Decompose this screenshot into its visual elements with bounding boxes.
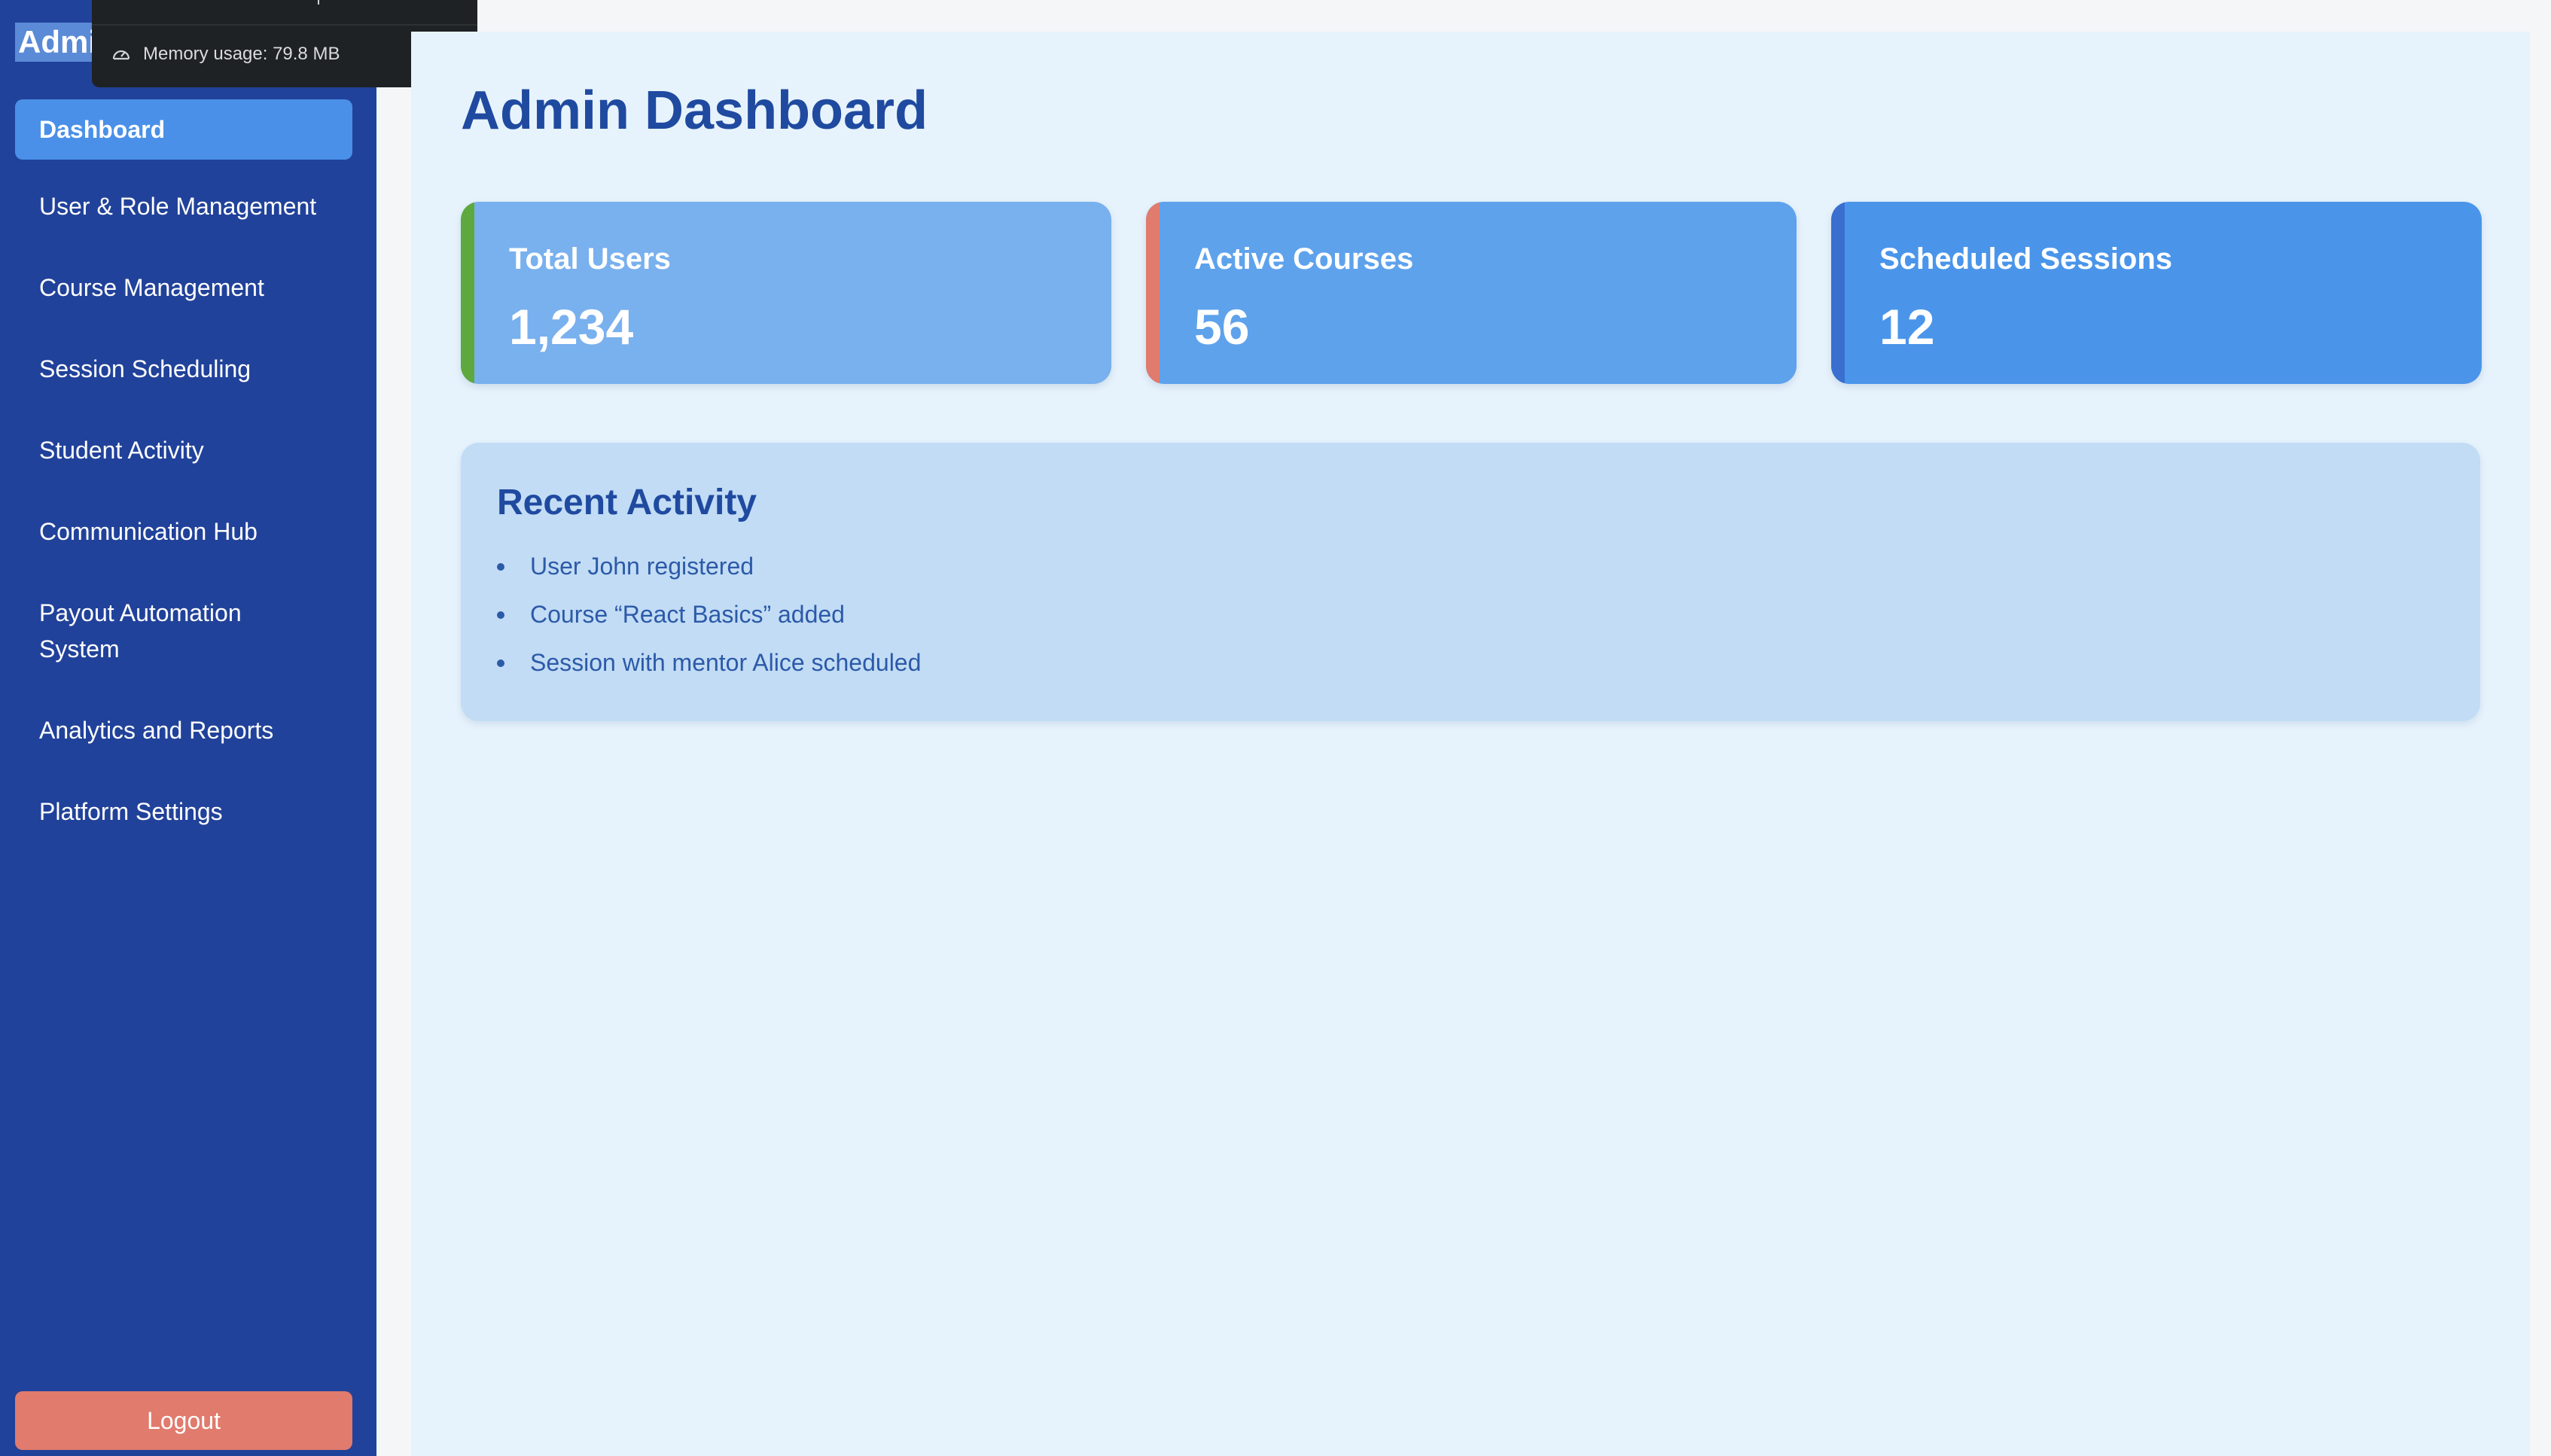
bullet-icon [497,659,504,667]
stat-card-label: Scheduled Sessions [1879,242,2173,276]
card-accent [461,202,474,384]
activity-text: Session with mentor Alice scheduled [530,649,922,676]
stat-card-label: Active Courses [1194,242,1414,276]
sidebar-item-dashboard[interactable]: Dashboard [15,99,352,160]
gauge-icon [112,50,130,60]
list-item: User John registered [497,542,921,590]
list-item: Course “React Basics” added [497,590,921,638]
stat-card-scheduled-sessions: Scheduled Sessions 12 [1831,202,2482,384]
bullet-icon [497,611,504,619]
recent-activity-panel: Recent Activity User John registered Cou… [461,443,2480,721]
sidebar-item-user-role-management[interactable]: User & Role Management [15,172,352,241]
sidebar-nav: Dashboard User & Role Management Course … [15,99,352,858]
activity-text: Course “React Basics” added [530,601,845,628]
stat-card-active-courses: Active Courses 56 [1146,202,1797,384]
tooltip-top-strip [92,0,477,26]
list-item: Session with mentor Alice scheduled [497,638,921,687]
logout-button[interactable]: Logout [15,1391,352,1450]
sidebar-item-student-activity[interactable]: Student Activity [15,416,352,485]
main-content: Admin Dashboard Total Users 1,234 Active… [411,32,2530,1456]
sidebar-item-platform-settings[interactable]: Platform Settings [15,777,352,846]
memory-usage-row: Memory usage: 79.8 MB [111,44,340,65]
stat-card-label: Total Users [509,242,671,276]
sidebar-item-course-management[interactable]: Course Management [15,253,352,322]
stat-card-value: 12 [1879,299,1935,355]
bullet-icon [497,563,504,571]
card-accent [1146,202,1160,384]
page-title: Admin Dashboard [461,81,928,141]
activity-text: User John registered [530,553,754,580]
card-accent [1831,202,1845,384]
sidebar-item-payout-automation[interactable]: Payout Automation System [15,578,352,684]
recent-activity-list: User John registered Course “React Basic… [497,542,921,687]
stat-card-value: 1,234 [509,299,634,355]
sidebar-item-analytics-reports[interactable]: Analytics and Reports [15,696,352,765]
brand-title: Admi [15,23,100,62]
sidebar-item-session-scheduling[interactable]: Session Scheduling [15,334,352,404]
stat-card-value: 56 [1194,299,1250,355]
sidebar-item-communication-hub[interactable]: Communication Hub [15,497,352,566]
stat-card-total-users: Total Users 1,234 [461,202,1111,384]
sidebar: Admi Dashboard User & Role Management Co… [0,0,376,1456]
recent-activity-title: Recent Activity [497,483,757,522]
memory-usage-text: Memory usage: 79.8 MB [143,44,340,64]
